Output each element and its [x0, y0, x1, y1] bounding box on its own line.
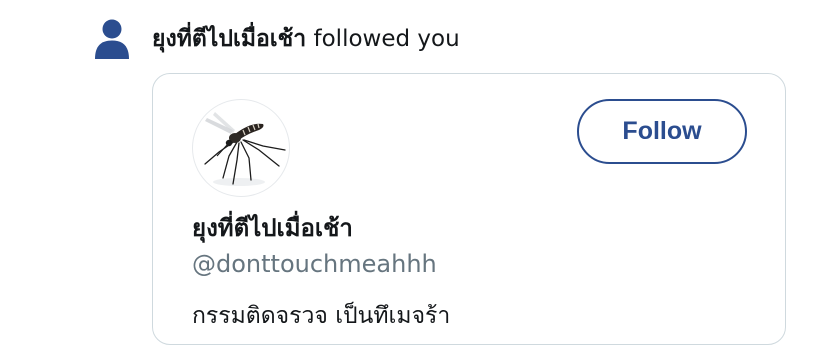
display-name[interactable]: ยุงที่ตีไปเมื่อเช้า	[192, 212, 353, 244]
notification-action-text: followed you	[306, 26, 460, 52]
user-handle[interactable]: @donttouchmeahhh	[192, 248, 437, 280]
notification-text: ยุงที่ตีไปเมื่อเช้า followed you	[152, 24, 460, 54]
follower-name-link[interactable]: ยุงที่ตีไปเมื่อเช้า	[152, 26, 306, 52]
user-bio: กรรมติดจรวจ เป็นทึเมจร้า	[192, 303, 451, 329]
follow-button[interactable]: Follow	[577, 99, 747, 164]
follow-notification: ยุงที่ตีไปเมื่อเช้า followed you	[94, 14, 460, 64]
mosquito-avatar[interactable]	[192, 99, 290, 197]
person-icon	[95, 19, 129, 59]
user-card[interactable]: Follow ยุงที่ตีไปเมื่อเช้า @donttouchmea…	[152, 73, 786, 345]
mosquito-icon	[204, 112, 286, 186]
